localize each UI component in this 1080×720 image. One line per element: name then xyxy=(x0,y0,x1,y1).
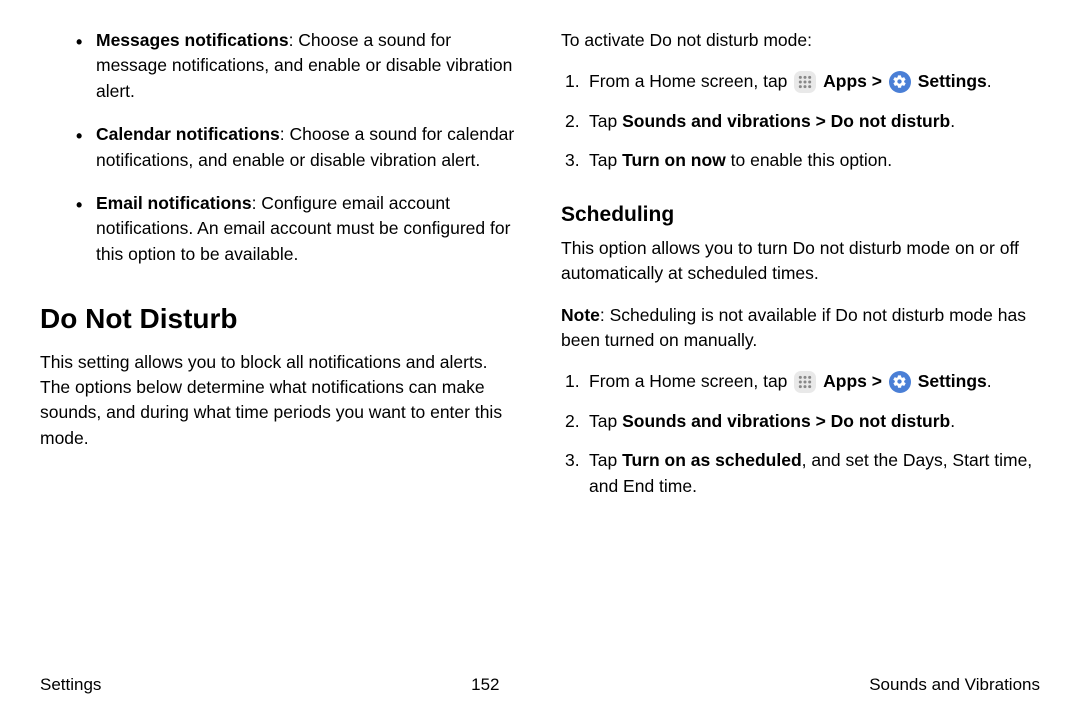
list-item: Calendar notifications: Choose a sound f… xyxy=(96,122,519,173)
right-column: To activate Do not disturb mode: From a … xyxy=(561,28,1040,648)
step-text: Tap xyxy=(589,150,622,170)
list-item: Tap Turn on now to enable this option. xyxy=(561,148,1040,173)
scheduling-note: Note: Scheduling is not available if Do … xyxy=(561,303,1040,354)
apps-label: Apps xyxy=(823,71,867,91)
step-text: Tap xyxy=(589,450,622,470)
footer-left: Settings xyxy=(40,673,101,698)
page-footer: Settings 152 Sounds and Vibrations xyxy=(40,673,1040,698)
step-bold: Sounds and vibrations > Do not disturb xyxy=(622,111,950,131)
notification-bullet-list: Messages notifications: Choose a sound f… xyxy=(40,28,519,267)
item-label: Email notifications xyxy=(96,193,252,213)
list-item: Tap Turn on as scheduled, and set the Da… xyxy=(561,448,1040,499)
footer-page-number: 152 xyxy=(471,673,499,698)
heading-do-not-disturb: Do Not Disturb xyxy=(40,299,519,340)
list-item: From a Home screen, tap Apps > Settings. xyxy=(561,69,1040,94)
settings-icon xyxy=(889,371,911,393)
activate-steps: From a Home screen, tap Apps > Settings.… xyxy=(561,69,1040,173)
step-text: . xyxy=(987,71,992,91)
left-column: Messages notifications: Choose a sound f… xyxy=(40,28,519,648)
step-text: . xyxy=(950,411,955,431)
list-item: Tap Sounds and vibrations > Do not distu… xyxy=(561,409,1040,434)
step-text: Tap xyxy=(589,111,622,131)
step-text: From a Home screen, tap xyxy=(589,71,792,91)
note-text: : Scheduling is not available if Do not … xyxy=(561,305,1026,350)
list-item: From a Home screen, tap Apps > Settings. xyxy=(561,369,1040,394)
step-text: From a Home screen, tap xyxy=(589,371,792,391)
list-item: Email notifications: Configure email acc… xyxy=(96,191,519,267)
scheduling-steps: From a Home screen, tap Apps > Settings.… xyxy=(561,369,1040,499)
step-text: . xyxy=(950,111,955,131)
settings-icon xyxy=(889,71,911,93)
step-text: Tap xyxy=(589,411,622,431)
dnd-description: This setting allows you to block all not… xyxy=(40,350,519,452)
gt-symbol: > xyxy=(867,371,887,391)
settings-label: Settings xyxy=(918,371,987,391)
list-item: Messages notifications: Choose a sound f… xyxy=(96,28,519,104)
apps-label: Apps xyxy=(823,371,867,391)
list-item: Tap Sounds and vibrations > Do not distu… xyxy=(561,109,1040,134)
step-bold: Turn on as scheduled xyxy=(622,450,802,470)
gt-symbol: > xyxy=(867,71,887,91)
heading-scheduling: Scheduling xyxy=(561,200,1040,230)
activate-intro: To activate Do not disturb mode: xyxy=(561,28,1040,53)
step-bold: Turn on now xyxy=(622,150,726,170)
item-label: Messages notifications xyxy=(96,30,289,50)
step-text: . xyxy=(987,371,992,391)
step-text: to enable this option. xyxy=(726,150,892,170)
note-label: Note xyxy=(561,305,600,325)
scheduling-description: This option allows you to turn Do not di… xyxy=(561,236,1040,287)
apps-icon xyxy=(794,71,816,93)
settings-label: Settings xyxy=(918,71,987,91)
item-label: Calendar notifications xyxy=(96,124,280,144)
apps-icon xyxy=(794,371,816,393)
step-bold: Sounds and vibrations > Do not disturb xyxy=(622,411,950,431)
footer-right: Sounds and Vibrations xyxy=(869,673,1040,698)
